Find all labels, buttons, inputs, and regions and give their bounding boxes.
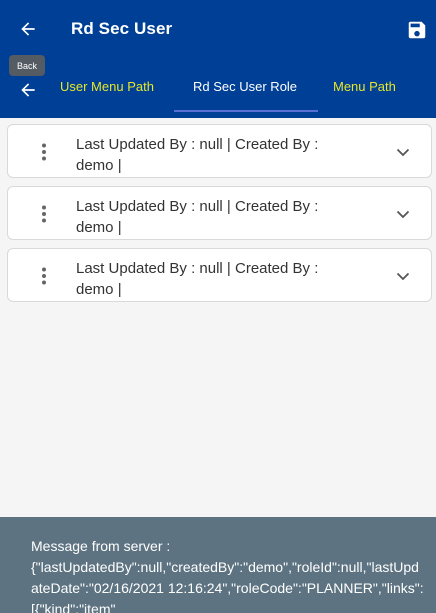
tab-rd-sec-user-role[interactable]: Rd Sec User Role	[193, 79, 297, 94]
record-list: Last Updated By : null | Created By : de…	[7, 124, 432, 310]
list-item-text: Last Updated By : null | Created By : de…	[76, 260, 319, 298]
arrow-left-icon	[21, 83, 35, 97]
list-item-text: Last Updated By : null | Created By : de…	[76, 136, 319, 174]
expand-button[interactable]	[393, 142, 413, 162]
toast-message: Message from server : {"lastUpdatedBy":n…	[31, 538, 424, 613]
more-options-button[interactable]	[34, 266, 54, 286]
active-tab-indicator	[174, 110, 318, 112]
tab-menu-path[interactable]: Menu Path	[333, 79, 396, 94]
floppy-disk-icon	[408, 21, 426, 39]
more-options-button[interactable]	[34, 204, 54, 224]
list-item[interactable]: Last Updated By : null | Created By : de…	[7, 186, 432, 240]
vertical-dots-icon	[42, 143, 46, 161]
app-bar: Rd Sec User	[0, 0, 436, 60]
tab-scroll-back-button[interactable]	[11, 75, 45, 105]
list-item[interactable]: Last Updated By : null | Created By : de…	[7, 248, 432, 302]
chevron-down-icon	[396, 148, 410, 156]
chevron-down-icon	[396, 272, 410, 280]
arrow-left-icon	[21, 22, 35, 36]
tab-bar: User Menu Path Rd Sec User Role Menu Pat…	[0, 60, 436, 118]
vertical-dots-icon	[42, 267, 46, 285]
tab-user-menu-path[interactable]: User Menu Path	[60, 79, 178, 94]
back-button[interactable]	[11, 12, 45, 46]
list-item[interactable]: Last Updated By : null | Created By : de…	[7, 124, 432, 178]
back-tooltip: Back	[9, 55, 45, 76]
vertical-dots-icon	[42, 205, 46, 223]
server-message-toast: Message from server : {"lastUpdatedBy":n…	[0, 517, 436, 613]
list-item-text: Last Updated By : null | Created By : de…	[76, 198, 319, 236]
more-options-button[interactable]	[34, 142, 54, 162]
page-title: Rd Sec User	[71, 19, 173, 38]
expand-button[interactable]	[393, 204, 413, 224]
save-button[interactable]	[402, 15, 432, 45]
expand-button[interactable]	[393, 266, 413, 286]
chevron-down-icon	[396, 210, 410, 218]
